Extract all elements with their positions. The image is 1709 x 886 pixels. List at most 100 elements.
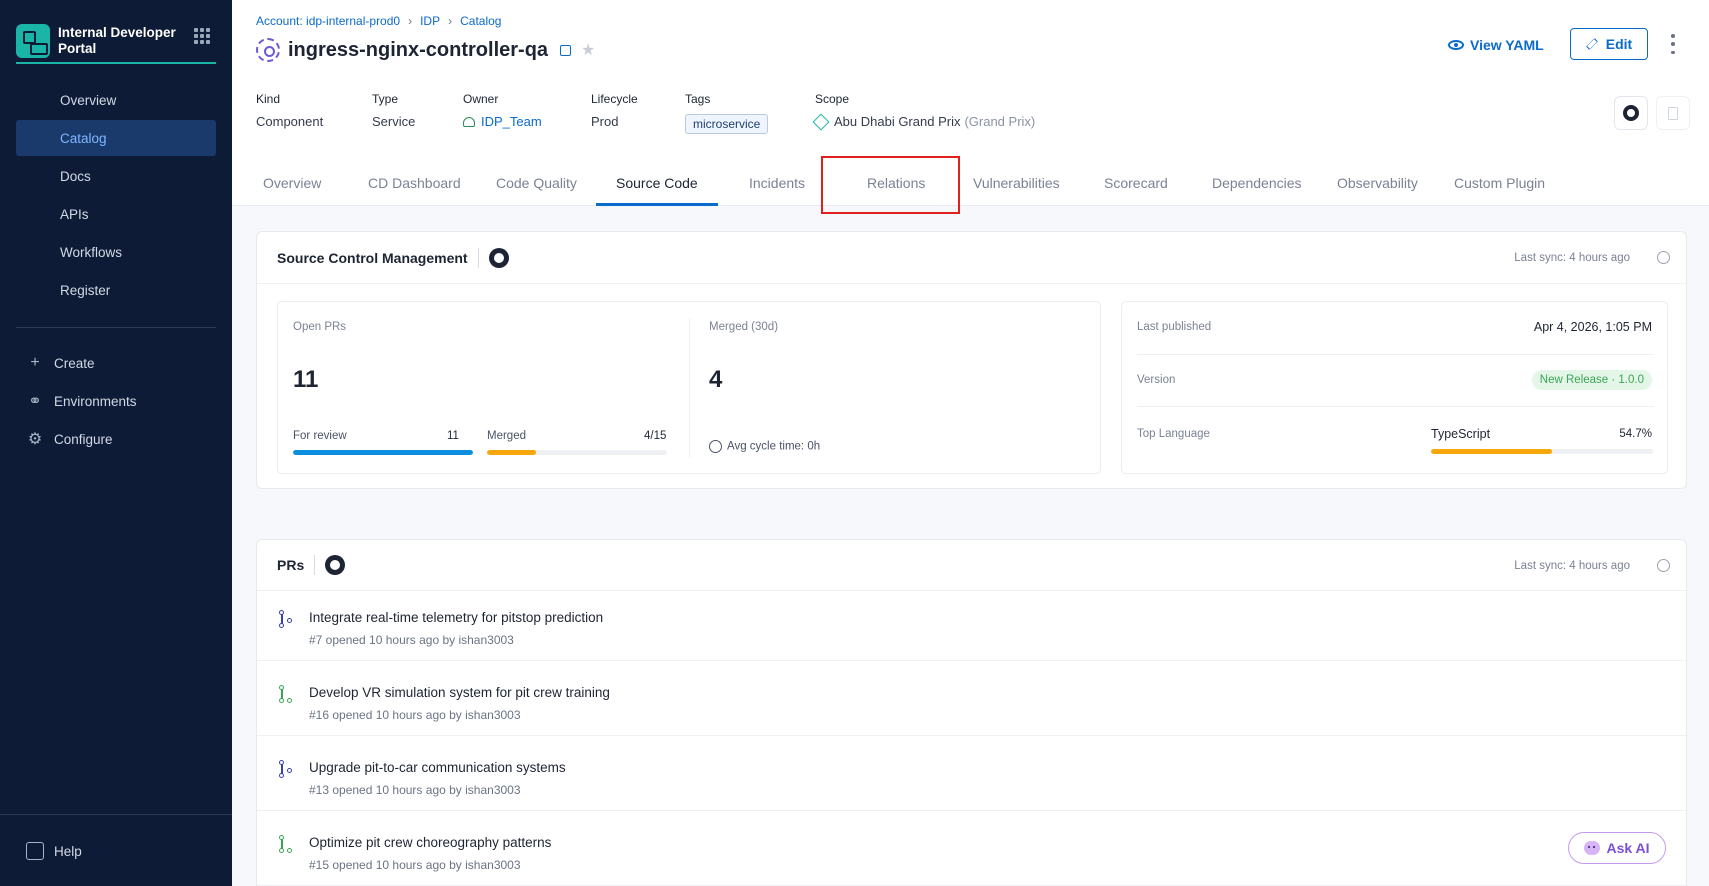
info-icon[interactable] [1657, 251, 1670, 264]
for-review-bar [293, 450, 473, 455]
pr-title[interactable]: Optimize pit crew choreography patterns [309, 835, 551, 850]
owner-link[interactable]: IDP_Team [463, 114, 542, 129]
copy-icon[interactable] [560, 44, 572, 56]
tab-cd-dashboard[interactable]: CD Dashboard [368, 160, 461, 206]
sidebar-secondary-nav: + Create ⚭ Environments ⚙ Configure [16, 344, 216, 458]
sidebar-item-overview[interactable]: Overview [16, 82, 216, 118]
ask-ai-button[interactable]: Ask AI [1568, 832, 1666, 864]
version-label: Version [1137, 374, 1176, 386]
sidebar-item-catalog[interactable]: Catalog [16, 120, 216, 156]
docs-button[interactable] [1656, 96, 1690, 130]
for-review-label: For review [293, 430, 347, 442]
sidebar-item-create[interactable]: + Create [16, 344, 216, 382]
merged-bar [487, 450, 667, 455]
open-pr-icon [279, 835, 293, 853]
scm-title: Source Control Management [277, 249, 468, 266]
edit-label: Edit [1605, 36, 1633, 52]
sidebar-item-docs[interactable]: Docs [16, 158, 216, 194]
tab-overview[interactable]: Overview [263, 160, 321, 206]
main-content: Account: idp-internal-prod0 › IDP › Cata… [232, 0, 1709, 886]
app-switcher-icon[interactable] [194, 28, 210, 44]
chevron-right-icon: › [448, 14, 453, 28]
ai-bot-icon [1584, 841, 1601, 855]
tab-custom-plugin[interactable]: Custom Plugin [1454, 160, 1545, 206]
tab-scorecard[interactable]: Scorecard [1104, 160, 1168, 206]
pr-title[interactable]: Develop VR simulation system for pit cre… [309, 685, 610, 700]
meta-label: Tags [685, 92, 711, 106]
pr-row[interactable]: Develop VR simulation system for pit cre… [257, 667, 1688, 736]
tab-incidents[interactable]: Incidents [749, 160, 805, 206]
meta-type: Type Service [372, 92, 415, 129]
sidebar-item-register[interactable]: Register [16, 272, 216, 308]
brand-underline [16, 62, 216, 64]
meta-scope: Scope Abu Dhabi Grand Prix (Grand Prix) [812, 92, 1035, 130]
github-icon [1623, 105, 1639, 121]
tag-chip[interactable]: microservice [685, 114, 769, 134]
meta-lifecycle: Lifecycle Prod [591, 92, 638, 129]
last-published-label: Last published [1137, 321, 1212, 333]
pr-row[interactable]: Integrate real-time telemetry for pitsto… [257, 592, 1688, 661]
divider [314, 555, 316, 575]
pr-title[interactable]: Upgrade pit-to-car communication systems [309, 760, 566, 775]
breadcrumb-catalog[interactable]: Catalog [460, 14, 501, 28]
tab-vulnerabilities[interactable]: Vulnerabilities [973, 160, 1060, 206]
merged-bar-label: Merged [487, 430, 526, 442]
open-prs-count: 11 [293, 366, 319, 393]
tab-dependencies[interactable]: Dependencies [1212, 160, 1302, 206]
info-icon[interactable] [1657, 559, 1670, 572]
top-language-bar [1431, 449, 1653, 454]
top-language-label: Top Language [1137, 428, 1210, 440]
scope-value: Abu Dhabi Grand Prix (Grand Prix) [812, 113, 1035, 130]
title-row: ingress-nginx-controller-qa ★ [256, 38, 595, 62]
gear-icon: ⚙ [27, 431, 43, 448]
sidebar-item-label: Configure [54, 431, 113, 447]
breadcrumb-idp[interactable]: IDP [420, 14, 440, 28]
sidebar-divider [0, 814, 232, 815]
ask-ai-label: Ask AI [1606, 840, 1650, 856]
top-language-name: TypeScript [1431, 427, 1491, 441]
pr-meta: #13 opened 10 hours ago by ishan3003 [309, 783, 521, 797]
github-button[interactable] [1614, 96, 1648, 130]
tab-source-code[interactable]: Source Code [596, 160, 718, 206]
sidebar-item-label: Create [54, 355, 95, 371]
cube-icon [812, 113, 830, 130]
sidebar-item-workflows[interactable]: Workflows [16, 234, 216, 270]
divider [1137, 354, 1654, 355]
sidebar-item-apis[interactable]: APIs [16, 196, 216, 232]
owner-value: IDP_Team [481, 114, 542, 129]
star-icon[interactable]: ★ [581, 40, 595, 60]
clock-icon [709, 440, 722, 453]
brand[interactable]: Internal Developer Portal [16, 18, 216, 64]
breadcrumb-account[interactable]: Account: idp-internal-prod0 [256, 14, 400, 28]
top-language-percent: 54.7% [1619, 428, 1652, 440]
pr-row[interactable]: Upgrade pit-to-car communication systems… [257, 742, 1688, 811]
meta-value: Component [256, 114, 324, 129]
last-sync: Last sync: 4 hours ago [1514, 252, 1630, 264]
page-title: ingress-nginx-controller-qa [288, 38, 549, 61]
meta-owner: Owner IDP_Team [463, 92, 542, 129]
sidebar-item-configure[interactable]: ⚙ Configure [16, 420, 216, 458]
sidebar-item-environments[interactable]: ⚭ Environments [16, 382, 216, 420]
top-language-bar-fill [1431, 449, 1553, 454]
brand-title: Internal Developer Portal [58, 25, 176, 56]
help-link[interactable]: Help [16, 836, 82, 866]
view-yaml-button[interactable]: View YAML [1448, 34, 1544, 56]
pr-row[interactable]: Optimize pit crew choreography patterns … [257, 817, 1688, 886]
prs-card-header: PRs Last sync: 4 hours ago [257, 540, 1686, 591]
pr-title[interactable]: Integrate real-time telemetry for pitsto… [309, 610, 603, 625]
for-review-count: 11 [447, 430, 459, 442]
merged-bar-fill [487, 450, 536, 455]
plus-icon: + [30, 354, 40, 371]
eye-icon [1448, 40, 1464, 50]
portal-logo-icon [16, 24, 50, 58]
tab-code-quality[interactable]: Code Quality [496, 160, 577, 206]
tab-observability[interactable]: Observability [1337, 160, 1418, 206]
meta-label: Scope [815, 92, 850, 106]
release-panel: Last published Apr 4, 2026, 1:05 PM Vers… [1121, 301, 1668, 474]
edit-button[interactable]: Edit [1570, 28, 1648, 60]
more-options-icon[interactable] [1668, 34, 1678, 54]
meta-label: Kind [256, 92, 281, 106]
divider [1137, 406, 1654, 407]
sidebar-divider [16, 327, 216, 328]
entity-tabs: Overview CD Dashboard Code Quality Sourc… [232, 160, 1709, 206]
